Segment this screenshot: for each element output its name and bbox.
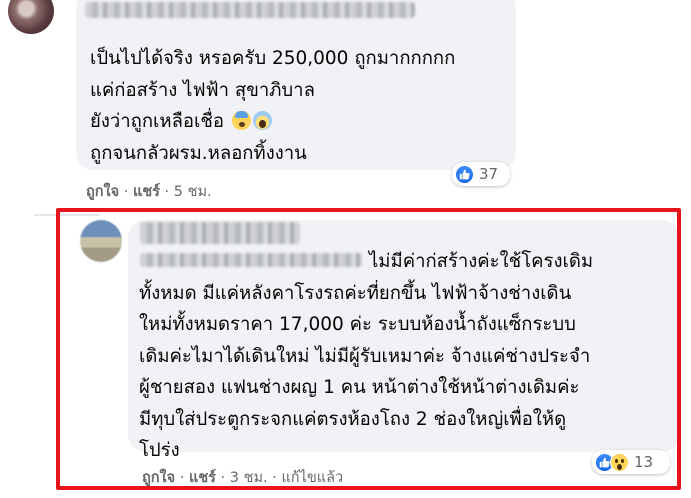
comment-actions: ถูกใจ · แชร์ · 3 ชม. · แก้ไขแล้ว (142, 470, 344, 486)
reply-link[interactable]: แชร์ (189, 470, 216, 486)
timestamp[interactable]: 3 ชม. (230, 470, 268, 486)
comment-line: เดิมค่ะไมาได้เดินใหม่ ไม่มีผู้รับเหมาค่ะ… (139, 345, 591, 367)
like-link[interactable]: ถูกใจ (86, 184, 119, 200)
comment-line: โปร่ง (139, 440, 180, 461)
comment-line: ยังว่าถูกเหลือเชื่อ (90, 106, 455, 138)
comment-line: แค่ก่อสร้าง ไฟฟ้า สุขาภิบาล (90, 79, 315, 101)
commenter-avatar[interactable] (8, 0, 54, 34)
blurred-commenter-name[interactable] (140, 222, 300, 244)
like-link[interactable]: ถูกใจ (142, 470, 175, 486)
wow-reaction-icon (610, 452, 629, 472)
reply-link[interactable]: แชร์ (133, 184, 160, 200)
edited-label: แก้ไขแล้ว (281, 470, 344, 486)
comment-line: มีทุบใส่ประตูกระจกแค่ตรงห้องโถง 2 ช่องให… (139, 408, 567, 430)
timestamp[interactable]: 5 ชม. (174, 184, 212, 200)
fearful-face-emoji (231, 111, 251, 130)
comment-text: เป็นไปได้จริง หรอครับ 250,000 ถูกมากกกกก… (90, 43, 455, 169)
comment-line: ถูกจนกลัวผรม.หลอกทิ้งงาน (90, 142, 307, 164)
screaming-face-emoji (252, 111, 272, 130)
blurred-commenter-name[interactable] (85, 2, 415, 18)
reply-thread-line (34, 214, 100, 216)
comment-actions: ถูกใจ · แชร์ · 5 ชม. (86, 184, 212, 200)
like-reaction-icon (455, 164, 474, 184)
commenter-avatar[interactable] (80, 220, 122, 262)
comment-text: ไม่มีค่าก่สร้างค่ะใช้โครงเดิม ทั้งหมด มี… (139, 246, 593, 467)
comment-line: ทั้งหมด มีแค่หลังคาโรงรถค่ะที่ยกขึ้น ไฟฟ… (139, 282, 572, 304)
comment-line: ไม่มีค่าก่สร้างค่ะใช้โครงเดิม (369, 251, 594, 272)
comment-line: ผู้ชายสอง แฟนช่างผญ 1 คน หน้าต่างใช้หน้า… (139, 377, 580, 398)
reaction-summary[interactable]: 13 (592, 450, 670, 474)
comment-line: ใหม่ทั้งหมดราคา 17,000 ค่ะ ระบบห้องน้ำถั… (139, 314, 576, 335)
reaction-summary[interactable]: 37 (452, 162, 510, 186)
reaction-count: 13 (634, 453, 654, 471)
comment-line: เป็นไปได้จริง หรอครับ 250,000 ถูกมากกกกก (90, 48, 456, 69)
reaction-count: 37 (479, 165, 499, 183)
